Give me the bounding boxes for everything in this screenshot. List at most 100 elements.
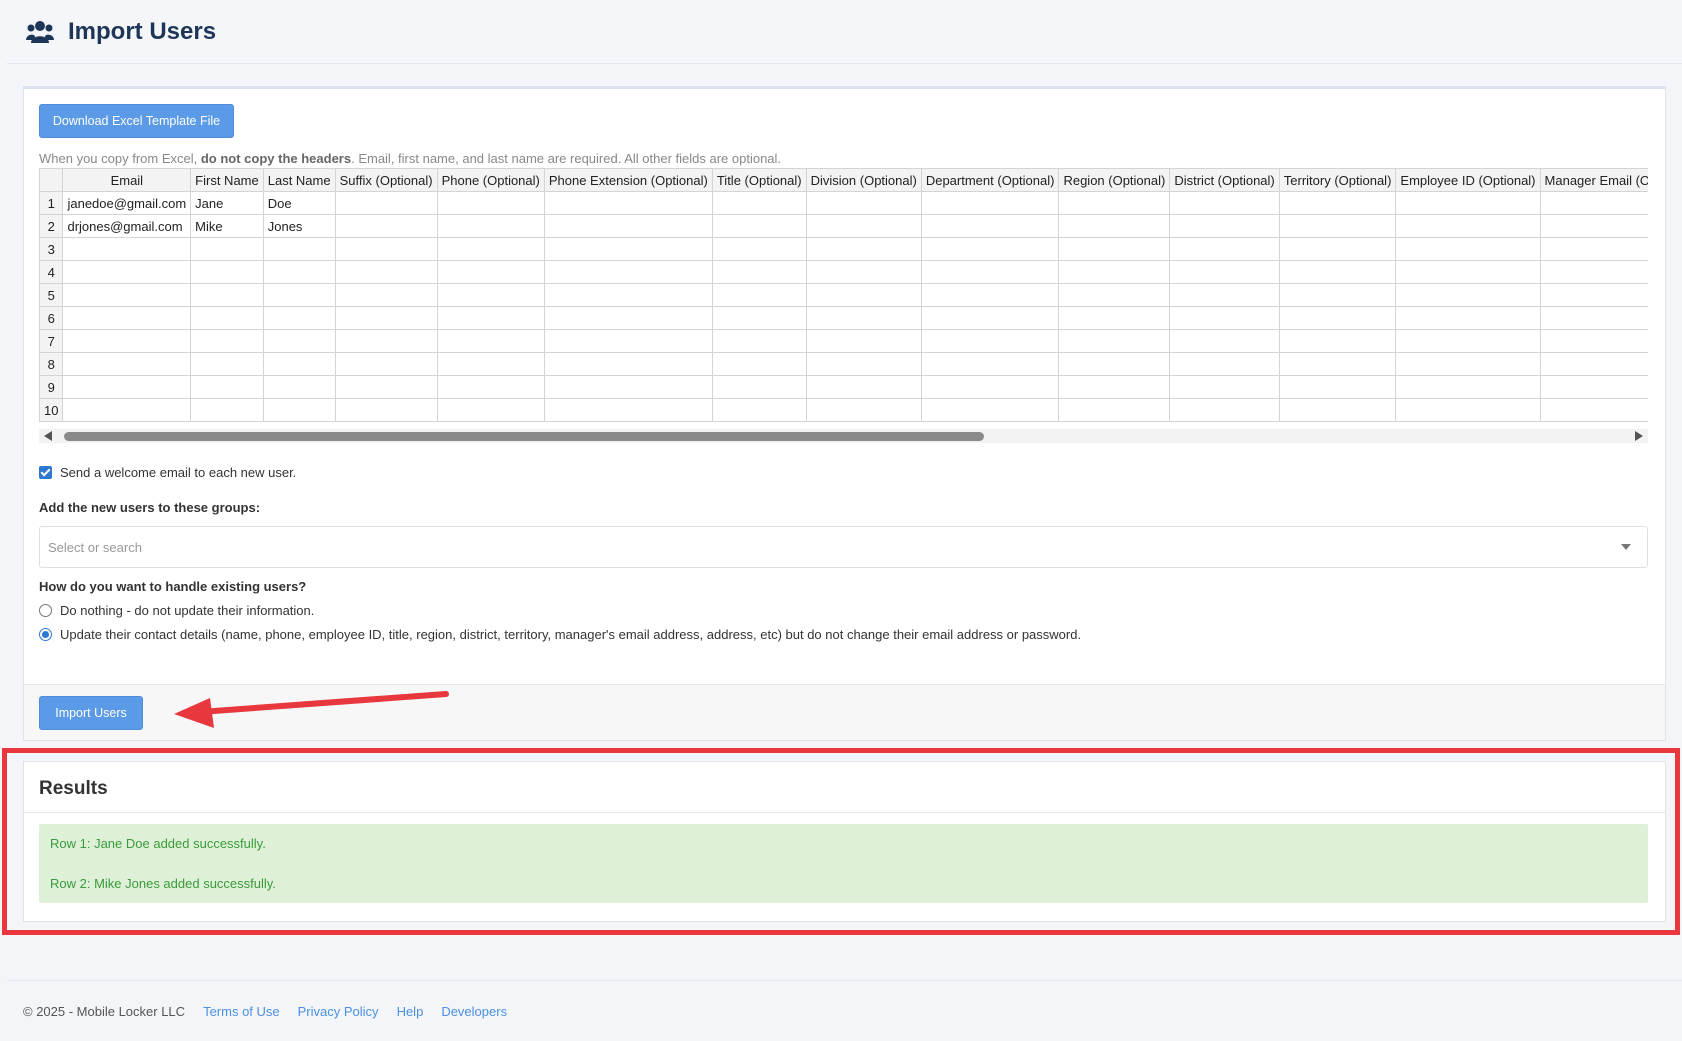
grid-cell[interactable]	[543, 191, 713, 215]
grid-cell[interactable]	[334, 306, 438, 330]
column-header[interactable]: Department (Optional)	[920, 168, 1060, 192]
grid-cell[interactable]: Jane	[190, 191, 264, 215]
grid-cell[interactable]	[805, 214, 922, 238]
row-number[interactable]: 8	[39, 352, 64, 376]
grid-cell[interactable]	[711, 214, 807, 238]
grid-cell[interactable]	[436, 260, 545, 284]
grid-cell[interactable]	[1539, 260, 1648, 284]
grid-cell[interactable]	[1058, 352, 1171, 376]
grid-cell[interactable]	[543, 260, 713, 284]
grid-cell[interactable]	[1539, 329, 1648, 353]
column-header[interactable]: Region (Optional)	[1058, 168, 1171, 192]
grid-cell[interactable]	[711, 375, 807, 399]
grid-cell[interactable]	[1395, 375, 1541, 399]
radio-update-contact[interactable]: Update their contact details (name, phon…	[39, 627, 1081, 642]
grid-cell[interactable]	[1169, 352, 1280, 376]
grid-cell[interactable]	[543, 237, 713, 261]
grid-cell[interactable]	[62, 329, 192, 353]
column-header[interactable]: Employee ID (Optional)	[1395, 168, 1541, 192]
grid-cell[interactable]	[920, 398, 1060, 422]
column-header[interactable]: Last Name	[262, 168, 336, 192]
row-number[interactable]: 9	[39, 375, 64, 399]
grid-cell[interactable]	[805, 260, 922, 284]
grid-cell[interactable]	[62, 352, 192, 376]
grid-cell[interactable]	[920, 260, 1060, 284]
scroll-right-icon[interactable]	[1635, 431, 1643, 441]
grid-cell[interactable]	[436, 214, 545, 238]
grid-cell[interactable]	[1169, 398, 1280, 422]
grid-cell[interactable]	[1395, 214, 1541, 238]
grid-cell[interactable]	[190, 283, 264, 307]
grid-cell[interactable]	[436, 398, 545, 422]
column-header[interactable]: Email	[62, 168, 192, 192]
grid-cell[interactable]	[805, 306, 922, 330]
grid-cell[interactable]	[711, 191, 807, 215]
grid-cell[interactable]	[1169, 214, 1280, 238]
grid-cell[interactable]	[920, 375, 1060, 399]
grid-cell[interactable]	[543, 283, 713, 307]
grid-cell[interactable]	[711, 237, 807, 261]
grid-cell[interactable]	[1169, 260, 1280, 284]
grid-cell[interactable]	[543, 329, 713, 353]
row-number[interactable]: 2	[39, 214, 64, 238]
grid-cell[interactable]	[920, 329, 1060, 353]
grid-cell[interactable]	[1278, 237, 1397, 261]
grid-cell[interactable]	[711, 352, 807, 376]
grid-cell[interactable]: Mike	[190, 214, 264, 238]
grid-cell[interactable]	[1169, 283, 1280, 307]
column-header[interactable]: First Name	[190, 168, 264, 192]
column-header[interactable]: District (Optional)	[1169, 168, 1280, 192]
grid-cell[interactable]	[1169, 375, 1280, 399]
grid-cell[interactable]	[1278, 214, 1397, 238]
grid-cell[interactable]	[1278, 398, 1397, 422]
grid-cell[interactable]	[920, 191, 1060, 215]
grid-cell[interactable]	[1278, 191, 1397, 215]
grid-cell[interactable]	[805, 283, 922, 307]
grid-cell[interactable]	[1395, 237, 1541, 261]
footer-link-terms[interactable]: Terms of Use	[203, 1004, 280, 1019]
grid-cell[interactable]	[262, 329, 336, 353]
grid-cell[interactable]	[711, 260, 807, 284]
grid-cell[interactable]	[262, 352, 336, 376]
horizontal-scrollbar[interactable]	[39, 429, 1648, 443]
grid-cell[interactable]	[62, 260, 192, 284]
column-header[interactable]: Title (Optional)	[711, 168, 807, 192]
row-number[interactable]: 10	[39, 398, 64, 422]
grid-cell[interactable]	[1395, 329, 1541, 353]
grid-cell[interactable]	[543, 214, 713, 238]
column-header[interactable]: Territory (Optional)	[1278, 168, 1397, 192]
grid-cell[interactable]: Doe	[262, 191, 336, 215]
grid-cell[interactable]	[805, 352, 922, 376]
grid-cell[interactable]	[1169, 191, 1280, 215]
grid-cell[interactable]: Jones	[262, 214, 336, 238]
grid-cell[interactable]	[334, 352, 438, 376]
grid-cell[interactable]	[1395, 398, 1541, 422]
grid-cell[interactable]	[543, 306, 713, 330]
grid-cell[interactable]	[711, 306, 807, 330]
scrollbar-thumb[interactable]	[64, 432, 984, 441]
grid-cell[interactable]	[1395, 352, 1541, 376]
grid-cell[interactable]	[1278, 283, 1397, 307]
grid-cell[interactable]	[1278, 375, 1397, 399]
grid-cell[interactable]	[436, 237, 545, 261]
grid-cell[interactable]	[1169, 306, 1280, 330]
grid-cell[interactable]	[1539, 214, 1648, 238]
grid-cell[interactable]	[805, 398, 922, 422]
grid-cell[interactable]	[805, 237, 922, 261]
grid-cell[interactable]	[920, 214, 1060, 238]
grid-corner[interactable]	[39, 168, 64, 192]
grid-cell[interactable]	[334, 191, 438, 215]
grid-cell[interactable]	[1169, 329, 1280, 353]
grid-cell[interactable]	[62, 375, 192, 399]
grid-cell[interactable]	[436, 352, 545, 376]
column-header[interactable]: Manager Email (Optional)	[1539, 168, 1648, 192]
grid-cell[interactable]	[711, 329, 807, 353]
row-number[interactable]: 3	[39, 237, 64, 261]
grid-cell[interactable]	[62, 398, 192, 422]
grid-cell[interactable]	[1058, 191, 1171, 215]
grid-cell[interactable]	[1539, 352, 1648, 376]
grid-cell[interactable]	[334, 260, 438, 284]
grid-cell[interactable]	[190, 260, 264, 284]
footer-link-developers[interactable]: Developers	[441, 1004, 507, 1019]
grid-cell[interactable]	[436, 306, 545, 330]
